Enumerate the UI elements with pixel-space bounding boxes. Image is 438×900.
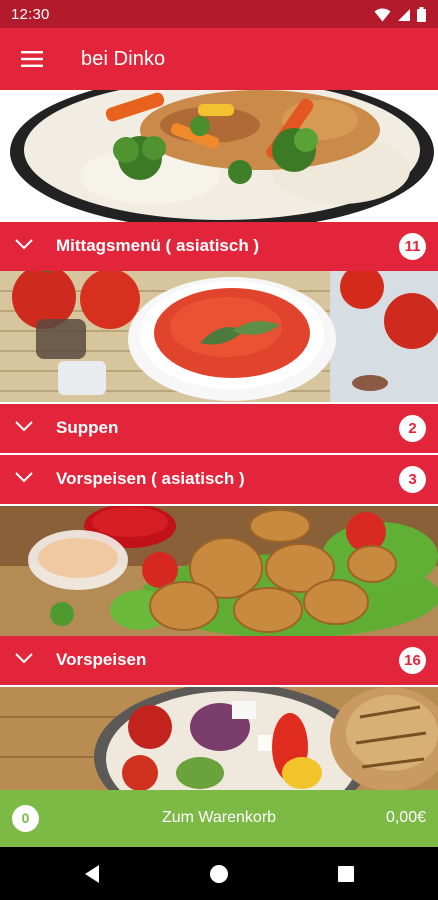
category-row-vorspeisen[interactable]: Vorspeisen 16 [0,636,438,685]
category-list[interactable]: Mittagsmenü ( asiatisch ) 11 Suppen 2 Vo… [0,90,438,790]
app-title: bei Dinko [81,48,166,70]
category-image-suppen[interactable] [0,271,438,402]
category-image-mittagsmenu[interactable] [0,90,438,222]
chevron-down-icon[interactable] [14,237,34,251]
category-row-suppen[interactable]: Suppen 2 [0,404,438,453]
status-bar: 12:30 [0,0,438,28]
chevron-down-icon[interactable] [14,470,34,484]
category-count-badge: 3 [399,466,426,493]
cart-button-label[interactable]: Zum Warenkorb [0,809,438,827]
app-bar: bei Dinko [0,28,438,90]
wifi-icon [374,7,391,21]
hamburger-menu-icon[interactable] [16,45,48,73]
status-icons [374,7,426,22]
signal-icon [398,8,410,21]
system-nav-bar [0,847,438,900]
category-image-salate[interactable] [0,687,438,790]
status-time: 12:30 [11,6,50,23]
category-label: Suppen [56,418,119,437]
category-row-mittagsmenu[interactable]: Mittagsmenü ( asiatisch ) 11 [0,222,438,271]
category-count-badge: 16 [399,647,426,674]
chevron-down-icon[interactable] [14,651,34,665]
category-label: Vorspeisen [56,650,147,669]
category-count-badge: 11 [399,233,426,260]
battery-icon [417,7,426,22]
category-image-vorspeisen[interactable] [0,506,438,636]
category-label: Vorspeisen ( asiatisch ) [56,469,245,488]
back-icon[interactable] [81,863,103,885]
recents-icon[interactable] [335,863,357,885]
cart-total: 0,00€ [385,809,426,826]
category-row-vorspeisen-asiatisch[interactable]: Vorspeisen ( asiatisch ) 3 [0,455,438,504]
cart-bar[interactable]: 0 Zum Warenkorb 0,00€ [0,790,438,847]
category-label: Mittagsmenü ( asiatisch ) [56,236,260,255]
category-count-badge: 2 [399,415,426,442]
chevron-down-icon[interactable] [14,419,34,433]
home-icon[interactable] [208,863,230,885]
